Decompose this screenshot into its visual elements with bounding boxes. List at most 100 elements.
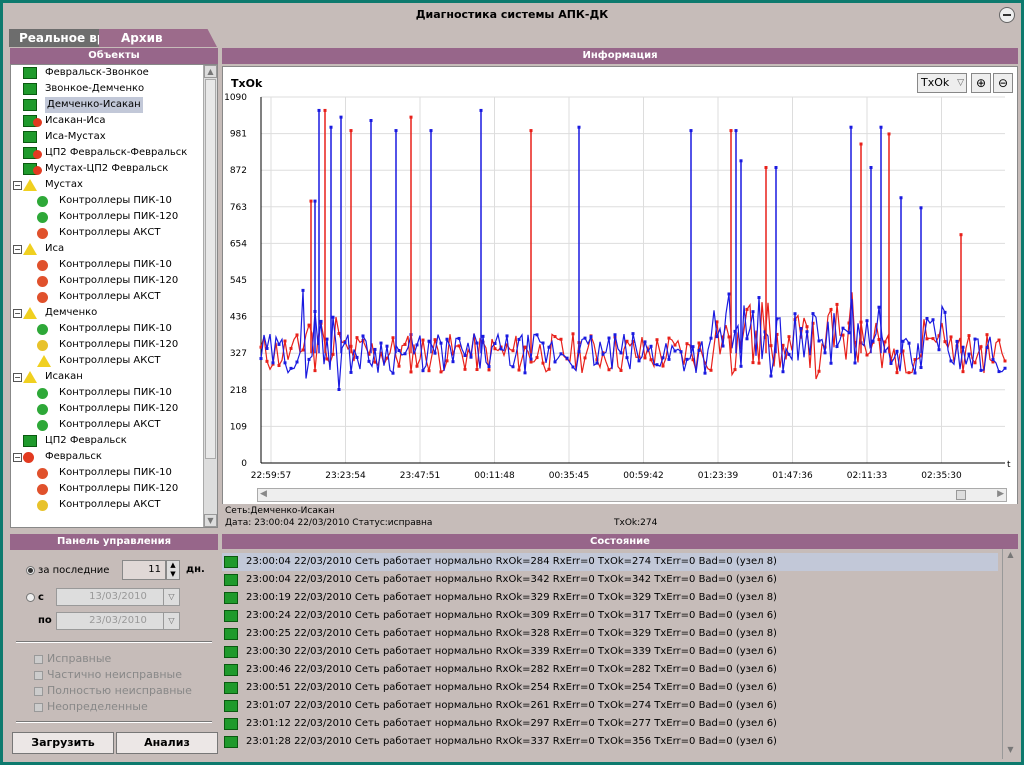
- collapse-icon[interactable]: −: [13, 309, 22, 318]
- data-point: [295, 333, 299, 337]
- data-point: [961, 345, 965, 349]
- data-point: [547, 367, 551, 371]
- tree-item[interactable]: ЦП2 Февральск-Февральск: [11, 145, 203, 161]
- data-point: [649, 358, 653, 362]
- tree-item-label: Исакан: [45, 371, 83, 382]
- state-scrollbar[interactable]: ▲ ▼: [1002, 549, 1018, 759]
- tree-item[interactable]: ЦП2 Февральск: [11, 433, 203, 449]
- state-row-text: 23:00:51 22/03/2010 Сеть работает нормал…: [246, 682, 777, 693]
- from-date-field[interactable]: 13/03/2010 ▽: [56, 588, 180, 606]
- data-point: [757, 296, 761, 300]
- tree-item[interactable]: Звонкое-Демченко: [11, 81, 203, 97]
- state-row[interactable]: 23:00:24 22/03/2010 Сеть работает нормал…: [222, 607, 998, 625]
- tree-item[interactable]: Контроллеры ПИК-120: [11, 337, 203, 353]
- tree-item[interactable]: Контроллеры АКСТ: [11, 289, 203, 305]
- state-row[interactable]: 23:00:04 22/03/2010 Сеть работает нормал…: [222, 553, 998, 571]
- state-row[interactable]: 23:00:04 22/03/2010 Сеть работает нормал…: [222, 571, 998, 589]
- check-ok[interactable]: Исправные: [34, 651, 111, 667]
- tree-item[interactable]: Контроллеры ПИК-10: [11, 257, 203, 273]
- tree-item[interactable]: Иса-Мустах: [11, 129, 203, 145]
- tree-item[interactable]: − Демченко: [11, 305, 203, 321]
- days-unit: дн.: [186, 564, 205, 575]
- app-window: Диагностика системы АПК-ДК Реальное вр А…: [0, 0, 1024, 765]
- collapse-icon[interactable]: −: [13, 181, 22, 190]
- check-partial[interactable]: Частично неисправные: [34, 667, 182, 683]
- x-tick-label: 22:59:57: [251, 471, 291, 481]
- state-row[interactable]: 23:00:46 22/03/2010 Сеть работает нормал…: [222, 661, 998, 679]
- state-row[interactable]: 23:01:07 22/03/2010 Сеть работает нормал…: [222, 697, 998, 715]
- scroll-left-icon[interactable]: ◀: [260, 489, 267, 499]
- data-point: [883, 349, 887, 353]
- collapse-icon[interactable]: −: [13, 373, 22, 382]
- data-point: [565, 356, 569, 360]
- state-row-text: 23:00:19 22/03/2010 Сеть работает нормал…: [246, 592, 777, 603]
- tree-item[interactable]: Контроллеры АКСТ: [11, 497, 203, 513]
- state-row[interactable]: 23:00:19 22/03/2010 Сеть работает нормал…: [222, 589, 998, 607]
- scroll-up-icon[interactable]: ▲: [1004, 550, 1017, 563]
- collapse-icon[interactable]: −: [13, 245, 22, 254]
- tree-item[interactable]: − Мустах: [11, 177, 203, 193]
- load-button[interactable]: Загрузить: [12, 732, 114, 754]
- tree-item[interactable]: Контроллеры ПИК-120: [11, 209, 203, 225]
- radio-last-days[interactable]: за последние: [26, 565, 109, 576]
- tree-item[interactable]: Контроллеры ПИК-10: [11, 465, 203, 481]
- chart-h-scrollbar[interactable]: ◀ ▶: [257, 488, 1007, 502]
- to-date-field[interactable]: 23/03/2010 ▽: [56, 612, 180, 630]
- radio-from[interactable]: с: [26, 592, 44, 603]
- tree-item[interactable]: Контроллеры ПИК-10: [11, 385, 203, 401]
- pc-icon: [23, 99, 37, 111]
- state-header: Состояние: [222, 534, 1018, 550]
- data-point: [601, 352, 605, 356]
- tree-item[interactable]: Контроллеры ПИК-120: [11, 273, 203, 289]
- tree-item[interactable]: Контроллеры АКСТ: [11, 225, 203, 241]
- data-point: [403, 352, 407, 356]
- tree-item[interactable]: Февральск-Звонкое: [11, 65, 203, 81]
- tree-item[interactable]: − Иса: [11, 241, 203, 257]
- h-scroll-thumb[interactable]: [956, 490, 966, 500]
- state-row[interactable]: 23:00:30 22/03/2010 Сеть работает нормал…: [222, 643, 998, 661]
- state-row[interactable]: 23:00:51 22/03/2010 Сеть работает нормал…: [222, 679, 998, 697]
- analysis-button[interactable]: Анализ: [116, 732, 218, 754]
- check-undefined[interactable]: Неопределенные: [34, 699, 148, 715]
- scroll-thumb[interactable]: [205, 79, 216, 459]
- days-stepper[interactable]: 11: [122, 560, 166, 580]
- collapse-icon[interactable]: −: [13, 453, 22, 462]
- tree-item[interactable]: Мустах-ЦП2 Февральск: [11, 161, 203, 177]
- tree-item[interactable]: Контроллеры ПИК-10: [11, 321, 203, 337]
- scroll-down-icon[interactable]: ▼: [204, 514, 217, 527]
- tree-item[interactable]: − Исакан: [11, 369, 203, 385]
- scroll-right-icon[interactable]: ▶: [997, 489, 1004, 499]
- pc-icon: [224, 664, 238, 676]
- tree-item[interactable]: − Февральск: [11, 449, 203, 465]
- data-point: [734, 129, 738, 133]
- data-point: [577, 125, 581, 129]
- data-point: [595, 361, 599, 365]
- tree-item[interactable]: Контроллеры АКСТ: [11, 417, 203, 433]
- state-row[interactable]: 23:00:25 22/03/2010 Сеть работает нормал…: [222, 625, 998, 643]
- warning-icon: [23, 307, 37, 319]
- tree-item[interactable]: Демченко-Исакан: [11, 97, 203, 113]
- minimize-icon[interactable]: [999, 7, 1015, 23]
- state-row[interactable]: 23:01:28 22/03/2010 Сеть работает нормал…: [222, 733, 998, 751]
- data-point: [553, 360, 557, 364]
- data-point: [774, 166, 778, 170]
- tree-scrollbar[interactable]: ▲ ▼: [203, 65, 217, 527]
- scroll-down-icon[interactable]: ▼: [1004, 745, 1017, 758]
- scroll-up-icon[interactable]: ▲: [204, 65, 217, 78]
- tree-item[interactable]: Контроллеры АКСТ: [11, 353, 203, 369]
- state-row-text: 23:00:24 22/03/2010 Сеть работает нормал…: [246, 610, 777, 621]
- tab-archive[interactable]: Архив: [99, 29, 217, 47]
- tab-realtime[interactable]: Реальное вр: [9, 29, 109, 47]
- data-point: [547, 345, 551, 349]
- stepper-arrows-icon[interactable]: ▲ ▼: [166, 560, 180, 580]
- data-point: [529, 357, 533, 361]
- tree-item[interactable]: Контроллеры ПИК-120: [11, 481, 203, 497]
- state-row[interactable]: 23:01:12 22/03/2010 Сеть работает нормал…: [222, 715, 998, 733]
- to-label: по: [38, 615, 52, 626]
- check-full[interactable]: Полностью неисправные: [34, 683, 192, 699]
- tree-item[interactable]: Контроллеры ПИК-120: [11, 401, 203, 417]
- tree-item[interactable]: Контроллеры ПИК-10: [11, 193, 203, 209]
- data-point: [817, 339, 821, 343]
- window-title: Диагностика системы АПК-ДК: [3, 3, 1021, 27]
- tree-item[interactable]: Исакан-Иса: [11, 113, 203, 129]
